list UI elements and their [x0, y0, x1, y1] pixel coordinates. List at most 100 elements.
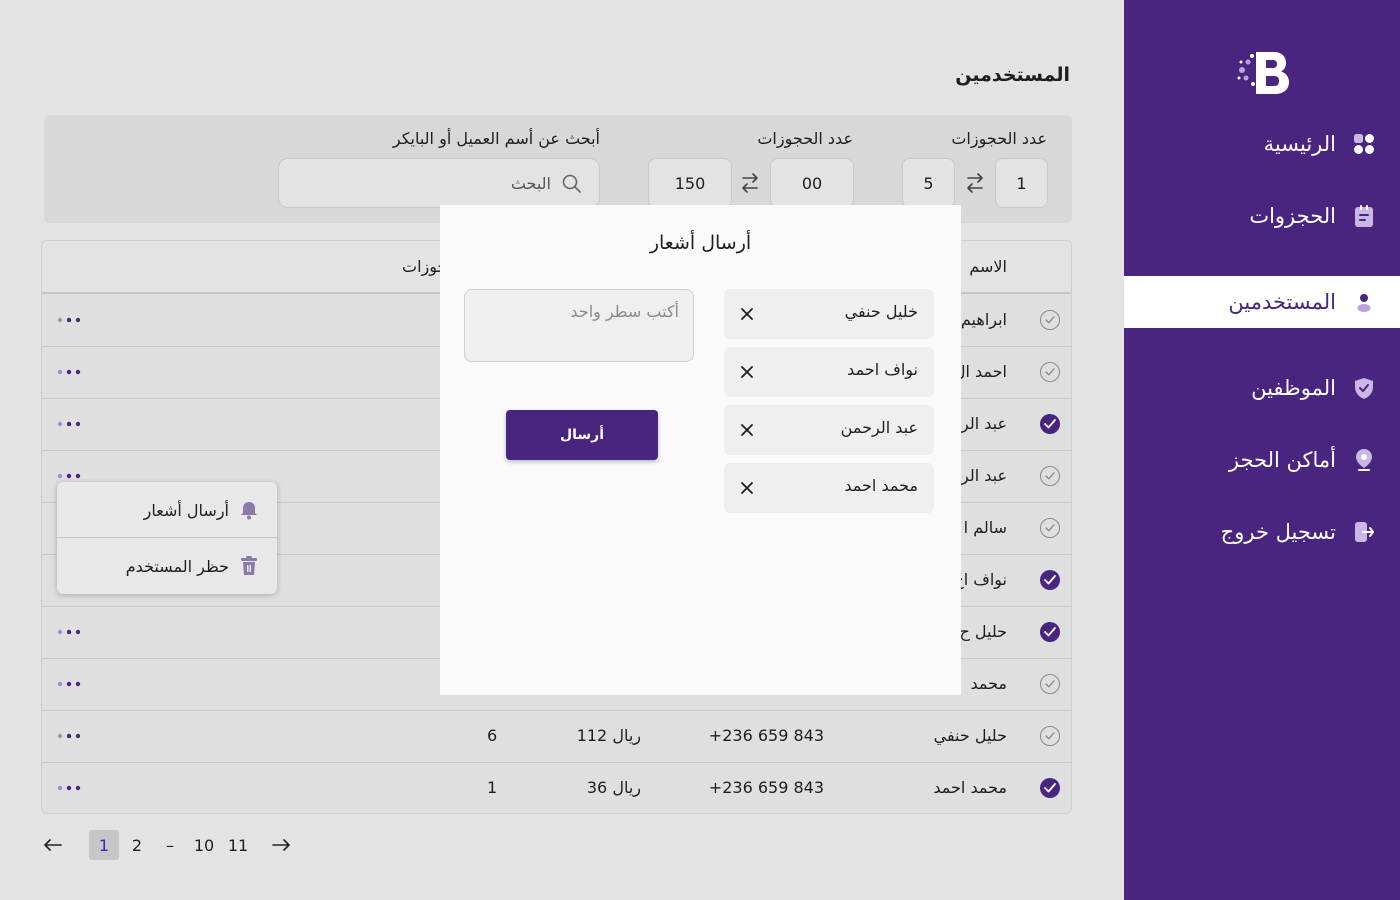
recipient-chip: عبد الرحمن — [724, 405, 934, 455]
search-label: أبحث عن أسم العميل أو البايكر — [392, 129, 600, 148]
more-options-icon[interactable] — [56, 367, 86, 377]
recipient-name: عبد الرحمن — [840, 418, 918, 437]
cell-name: عبد الر — [960, 466, 1007, 485]
menu-item-label: حظر المستخدم — [125, 556, 229, 576]
location-icon — [1352, 448, 1376, 472]
prev-page-button[interactable] — [40, 830, 66, 860]
cell-name: حليل حنفي — [933, 726, 1007, 745]
sidebar-item-label: الموظفين — [1251, 376, 1336, 400]
row-checkbox[interactable] — [1040, 362, 1060, 382]
cell-name: ابراهيم — [960, 310, 1007, 329]
more-options-icon[interactable] — [56, 731, 86, 741]
next-page-button[interactable] — [268, 830, 294, 860]
send-notification-modal: أرسال أشعار خليل حنفي نواف احمد عبد الرحمن… — [440, 205, 961, 695]
close-icon[interactable] — [734, 359, 760, 385]
more-options-icon[interactable] — [56, 679, 86, 689]
table-row[interactable]: محمد احمد +236 659 843 36 ريال 1 — [42, 763, 1071, 813]
more-options-icon[interactable] — [56, 471, 86, 481]
row-checkbox[interactable] — [1040, 310, 1060, 330]
row-context-menu: أرسال أشعار حظر المستخدم — [57, 482, 277, 594]
sidebar-item-employees[interactable]: الموظفين — [1124, 362, 1400, 414]
message-input[interactable] — [465, 290, 693, 361]
row-checkbox[interactable] — [1040, 674, 1060, 694]
arrow-left-icon — [44, 839, 62, 851]
cell-amount: 36 ريال — [586, 778, 641, 797]
row-checkbox[interactable] — [1040, 466, 1060, 486]
bell-icon — [239, 500, 259, 520]
cell-name: عبد الر — [960, 414, 1007, 433]
sidebar-item-logout[interactable]: تسجيل خروج — [1124, 506, 1400, 558]
cell-bookings: 6 — [487, 726, 498, 745]
cell-phone: +236 659 843 — [708, 726, 824, 745]
sidebar-item-bookings[interactable]: الحجزوات — [1124, 190, 1400, 242]
logout-icon — [1352, 520, 1376, 544]
row-checkbox[interactable] — [1040, 518, 1060, 538]
page-ellipsis: – — [166, 835, 174, 855]
arrow-right-icon — [272, 839, 290, 851]
recipient-name: نواف احمد — [847, 360, 918, 379]
recipient-name: محمد احمد — [844, 476, 918, 495]
shield-icon — [1352, 376, 1376, 400]
message-field — [464, 289, 694, 362]
pagination: 1 2 – 10 11 — [40, 828, 300, 860]
cell-name: نواف اح — [953, 570, 1007, 589]
bookings-range-from-input[interactable]: 00 — [770, 158, 854, 208]
column-header-name: الاسم — [969, 257, 1007, 276]
sidebar-item-home[interactable]: الرئيسية — [1124, 118, 1400, 170]
row-checkbox[interactable] — [1040, 414, 1060, 434]
cell-name: سالم ا — [963, 518, 1007, 537]
cell-bookings: 1 — [487, 778, 498, 797]
more-options-icon[interactable] — [56, 315, 86, 325]
row-checkbox[interactable] — [1040, 778, 1060, 798]
search-box — [278, 158, 600, 208]
recipient-chip: خليل حنفي — [724, 289, 934, 339]
sidebar-item-label: الرئيسية — [1263, 132, 1336, 156]
cell-amount: 112 ريال — [576, 726, 641, 745]
search-icon — [562, 174, 581, 193]
page-button-11[interactable]: 11 — [226, 830, 250, 860]
cell-name: حليل ح — [959, 622, 1007, 641]
menu-item-ban-user[interactable]: حظر المستخدم — [57, 538, 277, 594]
cell-phone: +236 659 843 — [708, 778, 824, 797]
row-checkbox[interactable] — [1040, 622, 1060, 642]
more-options-icon[interactable] — [56, 419, 86, 429]
send-button[interactable]: أرسال — [506, 410, 658, 460]
close-icon[interactable] — [734, 301, 760, 327]
row-checkbox[interactable] — [1040, 726, 1060, 746]
close-icon[interactable] — [734, 475, 760, 501]
sidebar-item-label: أماكن الحجز — [1228, 448, 1336, 472]
sidebar: الرئيسية الحجزوات المستخدمين الموظفين أم… — [1124, 0, 1400, 900]
recipient-chip: محمد احمد — [724, 463, 934, 513]
page-button-2[interactable]: 2 — [126, 830, 148, 860]
menu-item-send-notification[interactable]: أرسال أشعار — [57, 482, 277, 538]
bookings-to-input[interactable]: 5 — [902, 158, 955, 208]
sidebar-item-label: تسجيل خروج — [1220, 520, 1336, 544]
cell-name: احمد ال — [953, 362, 1007, 381]
page-button-10[interactable]: 10 — [191, 830, 217, 860]
row-checkbox[interactable] — [1040, 570, 1060, 590]
more-options-icon[interactable] — [56, 783, 86, 793]
close-icon[interactable] — [734, 417, 760, 443]
sidebar-item-label: الحجزوات — [1249, 204, 1336, 228]
cell-name: محمد احمد — [933, 778, 1007, 797]
brand-logo-icon — [1237, 52, 1289, 94]
sidebar-item-users[interactable]: المستخدمين — [1124, 276, 1400, 328]
cell-name: محمد — [970, 674, 1007, 693]
clipboard-icon — [1352, 204, 1376, 228]
sidebar-item-locations[interactable]: أماكن الحجز — [1124, 434, 1400, 486]
recipient-name: خليل حنفي — [844, 302, 918, 321]
user-icon — [1352, 290, 1376, 314]
more-options-icon[interactable] — [56, 627, 86, 637]
bookings-count-label: عدد الحجوزات — [951, 129, 1047, 148]
search-input[interactable] — [279, 159, 559, 207]
page-button-1[interactable]: 1 — [89, 830, 119, 860]
swap-arrows-icon — [742, 173, 758, 193]
menu-item-label: أرسال أشعار — [143, 500, 229, 520]
bookings-from-input[interactable]: 1 — [995, 158, 1048, 208]
bookings-range-to-input[interactable]: 150 — [648, 158, 732, 208]
recipient-chip: نواف احمد — [724, 347, 934, 397]
dashboard-icon — [1352, 132, 1376, 156]
table-row[interactable]: حليل حنفي +236 659 843 112 ريال 6 — [42, 711, 1071, 763]
swap-arrows-icon — [967, 173, 983, 193]
page-title: المستخدمين — [955, 64, 1070, 86]
